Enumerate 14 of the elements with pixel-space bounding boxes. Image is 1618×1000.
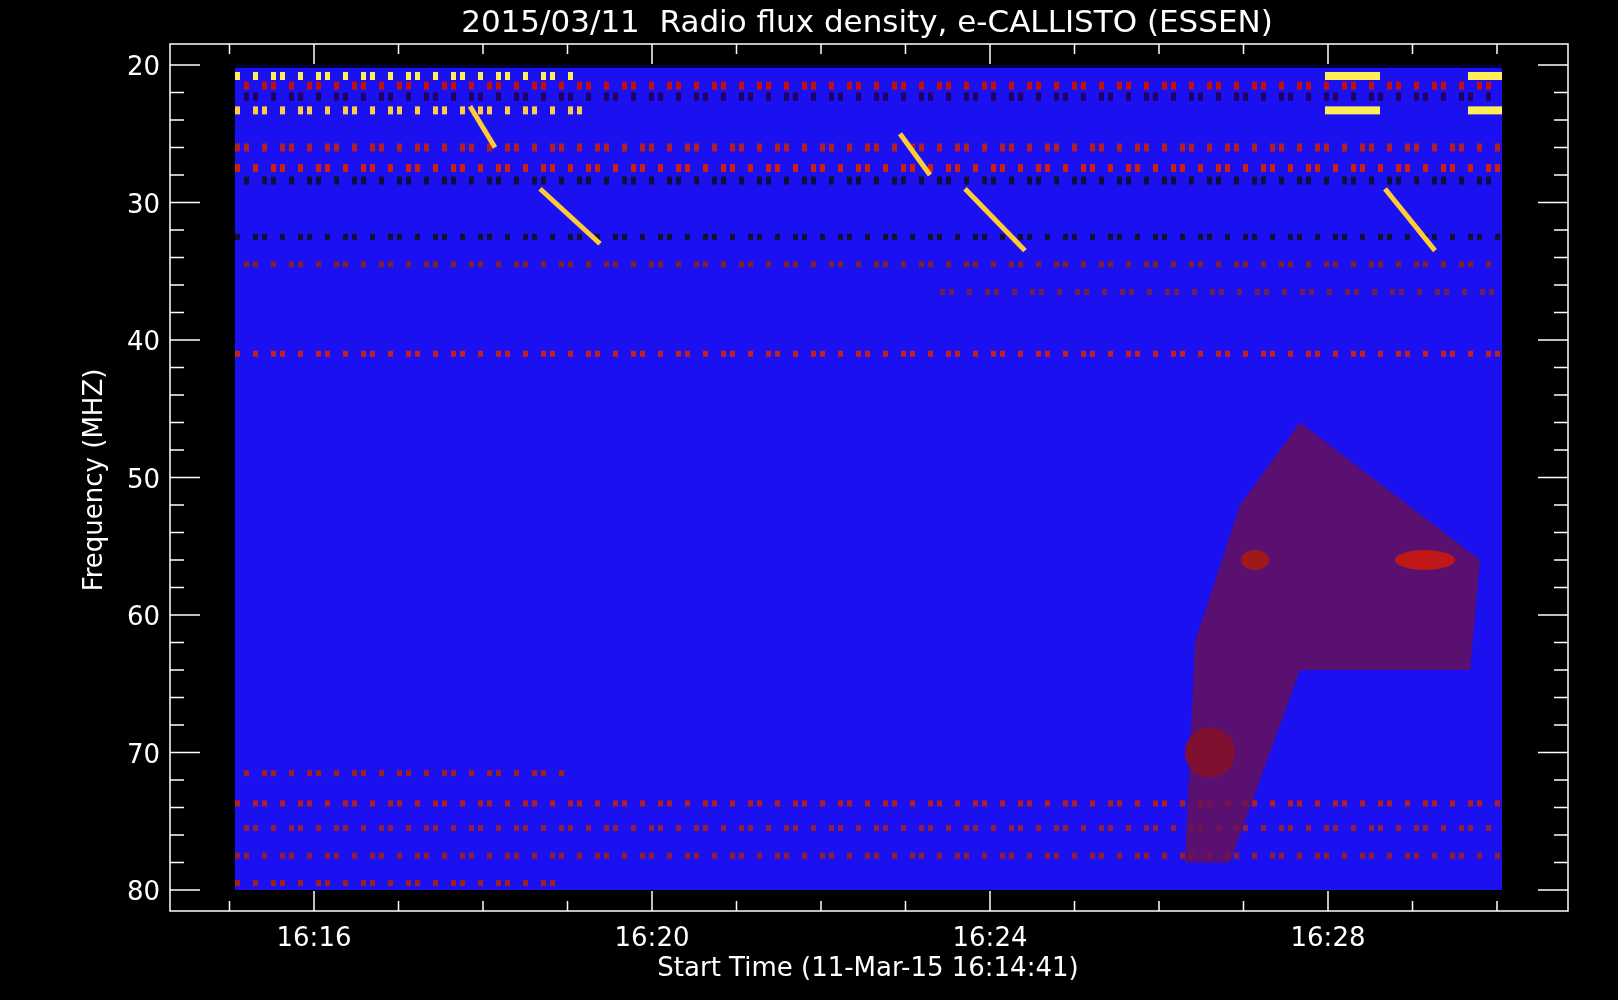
axis-tick-label: 30	[126, 188, 160, 219]
axis-tick-label: 16:28	[1290, 922, 1366, 952]
axis-tick-label: 16:20	[614, 922, 690, 952]
axis-tick-label: 50	[126, 463, 160, 494]
axis-tick-label: 16:16	[276, 922, 352, 952]
axis-tick-label: 80	[126, 876, 160, 906]
chart-title: 2015/03/11 Radio flux density, e-CALLISTO (ESSEN)	[461, 3, 1273, 39]
axis-label: Frequency (MHZ)	[78, 368, 108, 592]
axis-tick-label: 16:24	[952, 922, 1028, 952]
axis-tick-label: 40	[126, 326, 160, 356]
axis-tick-label: 20	[126, 51, 160, 81]
axis-tick-label: 60	[126, 601, 160, 631]
axis-tick-label: 70	[126, 738, 160, 769]
axis-label: Start Time (11-Mar-15 16:14:41)	[657, 952, 1079, 982]
